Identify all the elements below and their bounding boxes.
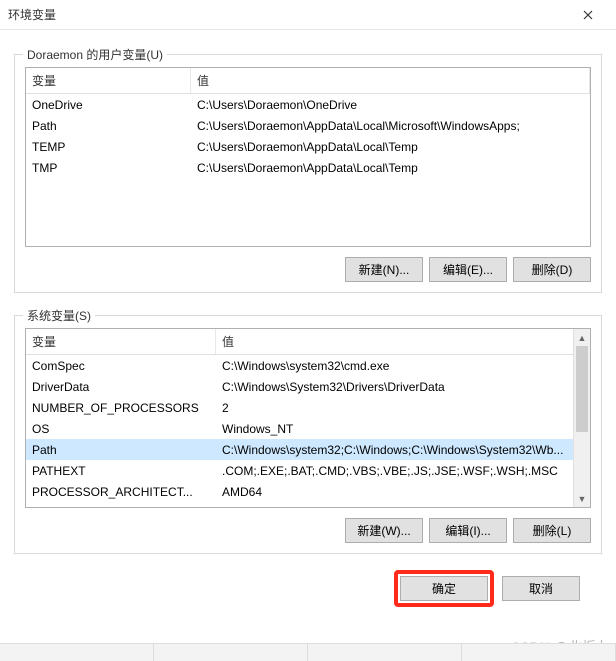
system-delete-button[interactable]: 删除(L)	[513, 518, 591, 543]
user-delete-button[interactable]: 删除(D)	[513, 257, 591, 282]
system-group-legend: 系统变量(S)	[23, 307, 95, 324]
table-row[interactable]: DriverDataC:\Windows\System32\Drivers\Dr…	[26, 376, 573, 397]
window-title: 环境变量	[8, 6, 568, 23]
col-value-header[interactable]: 值	[216, 329, 590, 354]
cropped-strip	[0, 643, 616, 661]
table-row[interactable]: TMPC:\Users\Doraemon\AppData\Local\Temp	[26, 157, 590, 178]
scroll-up-icon[interactable]: ▲	[574, 329, 590, 346]
scroll-track[interactable]	[574, 346, 590, 490]
table-row[interactable]: NUMBER_OF_PROCESSORS2	[26, 397, 573, 418]
close-button[interactable]	[568, 1, 608, 29]
scrollbar[interactable]: ▲ ▼	[573, 329, 590, 507]
close-icon	[583, 10, 593, 20]
user-variables-group: Doraemon 的用户变量(U) 变量 值 OneDriveC:\Users\…	[14, 54, 602, 293]
ok-button[interactable]: 确定	[400, 576, 488, 601]
cancel-button[interactable]: 取消	[502, 576, 580, 601]
table-row[interactable]: OSWindows_NT	[26, 418, 573, 439]
col-value-header[interactable]: 值	[191, 68, 590, 93]
system-variables-group: 系统变量(S) 变量 值 ComSpecC:\Windows\system32\…	[14, 315, 602, 554]
col-name-header[interactable]: 变量	[26, 329, 216, 354]
dialog-footer: 确定 取消	[14, 554, 602, 607]
table-row[interactable]: PROCESSOR_ARCHITECT...AMD64	[26, 481, 573, 502]
table-row[interactable]: PathC:\Users\Doraemon\AppData\Local\Micr…	[26, 115, 590, 136]
col-name-header[interactable]: 变量	[26, 68, 191, 93]
system-list-body: ComSpecC:\Windows\system32\cmd.exe Drive…	[26, 355, 573, 507]
system-variables-list[interactable]: 变量 值 ComSpecC:\Windows\system32\cmd.exe …	[25, 328, 591, 508]
user-buttons: 新建(N)... 编辑(E)... 删除(D)	[25, 257, 591, 282]
user-new-button[interactable]: 新建(N)...	[345, 257, 423, 282]
system-buttons: 新建(W)... 编辑(I)... 删除(L)	[25, 518, 591, 543]
dialog-content: Doraemon 的用户变量(U) 变量 值 OneDriveC:\Users\…	[0, 30, 616, 607]
scroll-thumb[interactable]	[576, 346, 588, 432]
table-row[interactable]: ComSpecC:\Windows\system32\cmd.exe	[26, 355, 573, 376]
title-bar: 环境变量	[0, 0, 616, 30]
ok-highlight: 确定	[394, 570, 494, 607]
table-row[interactable]: PathC:\Windows\system32;C:\Windows;C:\Wi…	[26, 439, 573, 460]
list-header: 变量 值	[26, 68, 590, 94]
user-list-body: OneDriveC:\Users\Doraemon\OneDrive PathC…	[26, 94, 590, 246]
table-row[interactable]: OneDriveC:\Users\Doraemon\OneDrive	[26, 94, 590, 115]
user-variables-list[interactable]: 变量 值 OneDriveC:\Users\Doraemon\OneDrive …	[25, 67, 591, 247]
table-row[interactable]: PATHEXT.COM;.EXE;.BAT;.CMD;.VBS;.VBE;.JS…	[26, 460, 573, 481]
user-edit-button[interactable]: 编辑(E)...	[429, 257, 507, 282]
table-row[interactable]: TEMPC:\Users\Doraemon\AppData\Local\Temp	[26, 136, 590, 157]
list-header: 变量 值	[26, 329, 590, 355]
system-edit-button[interactable]: 编辑(I)...	[429, 518, 507, 543]
system-new-button[interactable]: 新建(W)...	[345, 518, 423, 543]
user-group-legend: Doraemon 的用户变量(U)	[23, 46, 167, 63]
scroll-down-icon[interactable]: ▼	[574, 490, 590, 507]
